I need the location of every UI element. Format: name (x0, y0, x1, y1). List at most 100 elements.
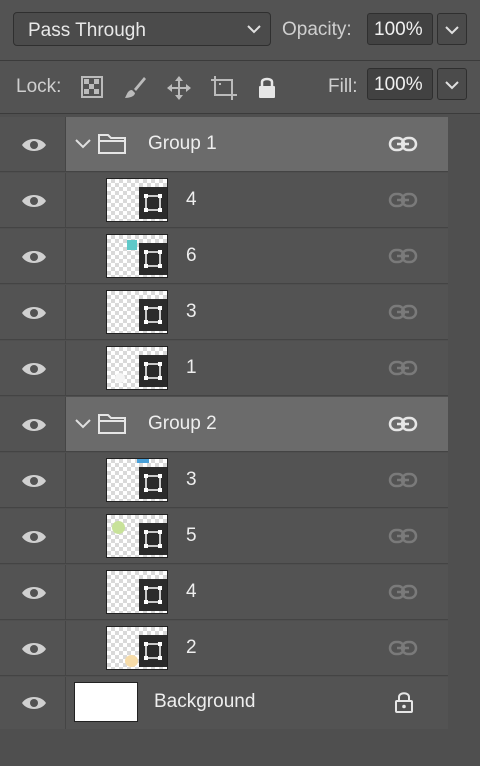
link-icon[interactable] (388, 414, 418, 434)
layer-name: Group 1 (148, 133, 217, 154)
layer-name: 1 (186, 357, 197, 378)
layer-row[interactable]: 4 (0, 565, 448, 620)
eye-icon (22, 475, 46, 487)
chevron-down-icon (445, 26, 459, 35)
visibility-toggle[interactable] (0, 565, 66, 620)
eye-icon (22, 531, 46, 543)
lock-fill-bar: Lock: Fill: 100% (0, 61, 480, 113)
lock-position-icon[interactable] (166, 75, 192, 101)
layer-name: 5 (186, 525, 197, 546)
layer-name: 2 (186, 637, 197, 658)
color-swatch (127, 240, 137, 250)
shape-layer-badge-icon (139, 523, 167, 555)
visibility-toggle[interactable] (0, 229, 66, 284)
visibility-toggle[interactable] (0, 285, 66, 340)
layer-name: 6 (186, 245, 197, 266)
visibility-toggle[interactable] (0, 341, 66, 396)
visibility-toggle[interactable] (0, 397, 66, 452)
link-icon[interactable] (388, 358, 418, 378)
eye-icon (22, 251, 46, 263)
chevron-down-icon[interactable] (74, 415, 92, 433)
color-swatch (112, 521, 125, 534)
eye-icon (22, 419, 46, 431)
layer-row[interactable]: 3 (0, 285, 448, 340)
layer-thumbnail (106, 458, 168, 502)
color-swatch (125, 655, 138, 667)
divider (0, 451, 448, 452)
layer-group-row[interactable]: Group 1 (0, 117, 448, 172)
fill-field[interactable]: 100% (367, 68, 433, 100)
link-icon[interactable] (388, 638, 418, 658)
opacity-field[interactable]: 100% (367, 13, 433, 45)
layer-row[interactable]: 5 (0, 509, 448, 564)
lock-transparent-pixels-icon[interactable] (80, 75, 106, 101)
layer-row[interactable]: 6 (0, 229, 448, 284)
eye-icon (22, 307, 46, 319)
chevron-down-icon[interactable] (74, 135, 92, 153)
lock-all-icon[interactable] (256, 75, 282, 101)
visibility-toggle[interactable] (0, 509, 66, 564)
divider (0, 171, 448, 172)
visibility-toggle[interactable] (0, 621, 66, 676)
layer-name: 4 (186, 189, 197, 210)
divider (0, 619, 448, 620)
layer-group-row[interactable]: Group 2 (0, 397, 448, 452)
divider (0, 563, 448, 564)
layer-row[interactable]: 1 (0, 341, 448, 396)
layer-thumbnail (106, 570, 168, 614)
color-swatch (115, 373, 125, 383)
lock-icon[interactable] (394, 691, 414, 713)
divider (0, 339, 448, 340)
visibility-toggle[interactable] (0, 173, 66, 228)
folder-icon (98, 134, 126, 154)
layers-list: Group 1 4 6 3 1 Group 2 3 5 4 2 Backgrou… (0, 117, 480, 766)
blend-mode-select[interactable]: Pass Through (13, 12, 271, 46)
visibility-toggle[interactable] (0, 117, 66, 172)
scrollbar-track[interactable] (448, 117, 480, 766)
background-layer-row[interactable]: Background (0, 677, 448, 729)
layer-thumbnail (106, 514, 168, 558)
link-icon[interactable] (388, 526, 418, 546)
fill-dropdown-button[interactable] (437, 68, 467, 100)
visibility-toggle[interactable] (0, 453, 66, 508)
folder-icon (98, 414, 126, 434)
shape-layer-badge-icon (139, 579, 167, 611)
link-icon[interactable] (388, 470, 418, 490)
eye-icon (22, 195, 46, 207)
layer-row[interactable]: 2 (0, 621, 448, 676)
fill-label: Fill: (328, 76, 358, 97)
layer-row[interactable]: 4 (0, 173, 448, 228)
layer-thumbnail (106, 346, 168, 390)
eye-icon (22, 697, 46, 709)
link-icon[interactable] (388, 190, 418, 210)
shape-layer-badge-icon (139, 187, 167, 219)
color-swatch (137, 459, 149, 463)
link-icon[interactable] (388, 302, 418, 322)
shape-layer-badge-icon (139, 355, 167, 387)
lock-image-pixels-icon[interactable] (122, 75, 148, 101)
layer-thumbnail (106, 626, 168, 670)
layer-row[interactable]: 3 (0, 453, 448, 508)
lock-artboard-icon[interactable] (210, 75, 237, 101)
layer-thumbnail (106, 178, 168, 222)
opacity-label: Opacity: (282, 19, 352, 40)
link-icon[interactable] (388, 246, 418, 266)
link-icon[interactable] (388, 134, 418, 154)
blend-opacity-bar: Pass Through Opacity: 100% (0, 0, 480, 60)
eye-icon (22, 363, 46, 375)
lock-label: Lock: (16, 76, 62, 97)
fill-value: 100% (374, 74, 423, 95)
eye-icon (22, 643, 46, 655)
shape-layer-badge-icon (139, 635, 167, 667)
shape-layer-badge-icon (139, 299, 167, 331)
shape-layer-badge-icon (139, 467, 167, 499)
divider (0, 283, 448, 284)
divider (0, 227, 448, 228)
layer-name: Background (154, 691, 256, 712)
layer-name: Group 2 (148, 413, 217, 434)
link-icon[interactable] (388, 582, 418, 602)
opacity-dropdown-button[interactable] (437, 13, 467, 45)
divider (0, 507, 448, 508)
divider (0, 113, 480, 114)
visibility-toggle[interactable] (0, 677, 66, 729)
